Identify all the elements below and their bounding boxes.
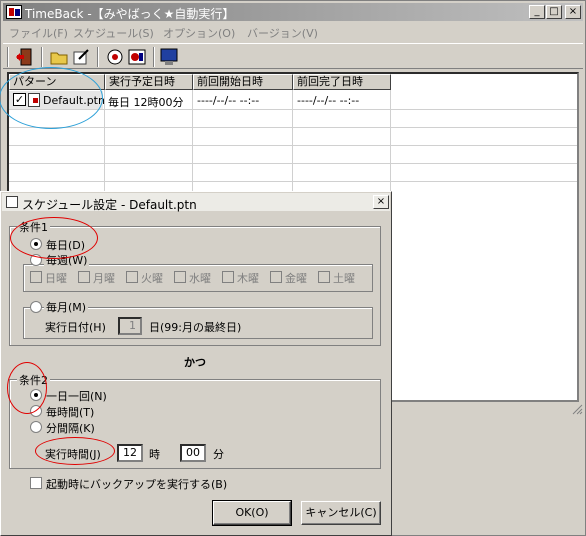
row-last-start: ----/--/-- --:--: [197, 94, 260, 107]
and-label: かつ: [184, 356, 206, 369]
toolbar-separator: [7, 47, 9, 67]
annotation-circle: [7, 362, 47, 414]
schedule-disk-icon[interactable]: [105, 47, 125, 67]
grid-line: [9, 181, 577, 182]
annotation-circle: [0, 67, 103, 129]
row-last-end: ----/--/-- --:--: [297, 94, 360, 107]
toolbar-separator: [97, 47, 99, 67]
grid-line: [9, 163, 577, 164]
weekday-checkbox-thu[interactable]: [222, 271, 234, 283]
interval-radio[interactable]: [30, 421, 42, 433]
toolbar-separator: [41, 47, 43, 67]
app-icon: [6, 5, 22, 19]
run-icon[interactable]: [127, 47, 147, 67]
weekday-label-sat: 土曜: [333, 272, 355, 285]
annotation-circle: [10, 217, 98, 259]
monthly-radio[interactable]: [30, 301, 42, 313]
minute-input[interactable]: 00: [180, 444, 206, 462]
dialog-title: スケジュール設定 - Default.ptn: [22, 198, 197, 212]
once-a-day-label[interactable]: 一日一回(N): [46, 388, 107, 404]
menu-schedule[interactable]: スケジュール(S): [73, 25, 154, 41]
weekday-checkbox-fri[interactable]: [270, 271, 282, 283]
run-day-input[interactable]: 1: [118, 317, 142, 335]
minute-unit: 分: [213, 448, 224, 461]
column-header-last-end[interactable]: 前回完了日時: [293, 74, 391, 90]
weekday-checkbox-tue[interactable]: [126, 271, 138, 283]
interval-label[interactable]: 分間隔(K): [46, 420, 95, 436]
resize-grip-icon[interactable]: [571, 403, 583, 415]
toolbar-separator: [153, 47, 155, 67]
title-bar[interactable]: TimeBack -【みやばっく★自動実行】 _ □ ×: [3, 3, 583, 21]
menu-file[interactable]: ファイル(F): [9, 25, 68, 41]
minimize-button[interactable]: _: [529, 5, 545, 19]
annotation-circle: [35, 437, 115, 465]
hour-unit: 時: [149, 448, 160, 461]
dialog-title-bar[interactable]: スケジュール設定 - Default.ptn ×: [2, 193, 390, 212]
weekday-label-thu: 木曜: [237, 272, 259, 285]
open-folder-icon[interactable]: [49, 47, 69, 67]
exit-door-icon[interactable]: [15, 47, 35, 67]
grid-line: [9, 145, 577, 146]
column-header-next-run[interactable]: 実行予定日時: [105, 74, 193, 90]
menu-options[interactable]: オプション(O): [163, 25, 235, 41]
weekday-label-wed: 水曜: [189, 272, 211, 285]
menu-version[interactable]: バージョン(V): [247, 25, 318, 41]
startup-backup-checkbox[interactable]: [30, 477, 42, 489]
weekday-checkbox-mon[interactable]: [78, 271, 90, 283]
weekday-label-mon: 月曜: [93, 272, 115, 285]
monitor-icon[interactable]: [159, 47, 179, 67]
weekday-checkbox-wed[interactable]: [174, 271, 186, 283]
edit-icon[interactable]: [71, 47, 91, 67]
startup-backup-label[interactable]: 起動時にバックアップを実行する(B): [46, 476, 227, 492]
cancel-button[interactable]: キャンセル(C): [301, 501, 381, 525]
schedule-dialog: スケジュール設定 - Default.ptn × 条件1 毎日(D) 毎週(W)…: [0, 191, 392, 536]
column-header-last-start[interactable]: 前回開始日時: [193, 74, 293, 90]
monthly-label[interactable]: 毎月(M): [44, 299, 89, 315]
row-next-run: 毎日 12時00分: [108, 96, 184, 109]
run-day-suffix: 日(99:月の最終日): [149, 321, 242, 334]
weekday-label-tue: 火曜: [141, 272, 163, 285]
weekday-label-sun: 日曜: [45, 272, 67, 285]
maximize-button[interactable]: □: [546, 5, 562, 19]
dialog-close-button[interactable]: ×: [373, 195, 389, 209]
run-day-label: 実行日付(H): [45, 321, 106, 334]
window-title: TimeBack -【みやばっく★自動実行】: [25, 7, 235, 21]
ok-button[interactable]: OK(O): [212, 500, 292, 526]
close-button[interactable]: ×: [565, 5, 581, 19]
hourly-label[interactable]: 毎時間(T): [46, 404, 94, 420]
grid-line: [9, 127, 577, 128]
weekday-checkbox-sat[interactable]: [318, 271, 330, 283]
hour-input[interactable]: 12: [117, 444, 143, 462]
toolbar: [3, 43, 583, 69]
menu-bar: ファイル(F) スケジュール(S) オプション(O) バージョン(V): [3, 23, 583, 41]
weekday-label-fri: 金曜: [285, 272, 307, 285]
weekday-checkbox-sun[interactable]: [30, 271, 42, 283]
dialog-app-icon: [6, 196, 18, 208]
